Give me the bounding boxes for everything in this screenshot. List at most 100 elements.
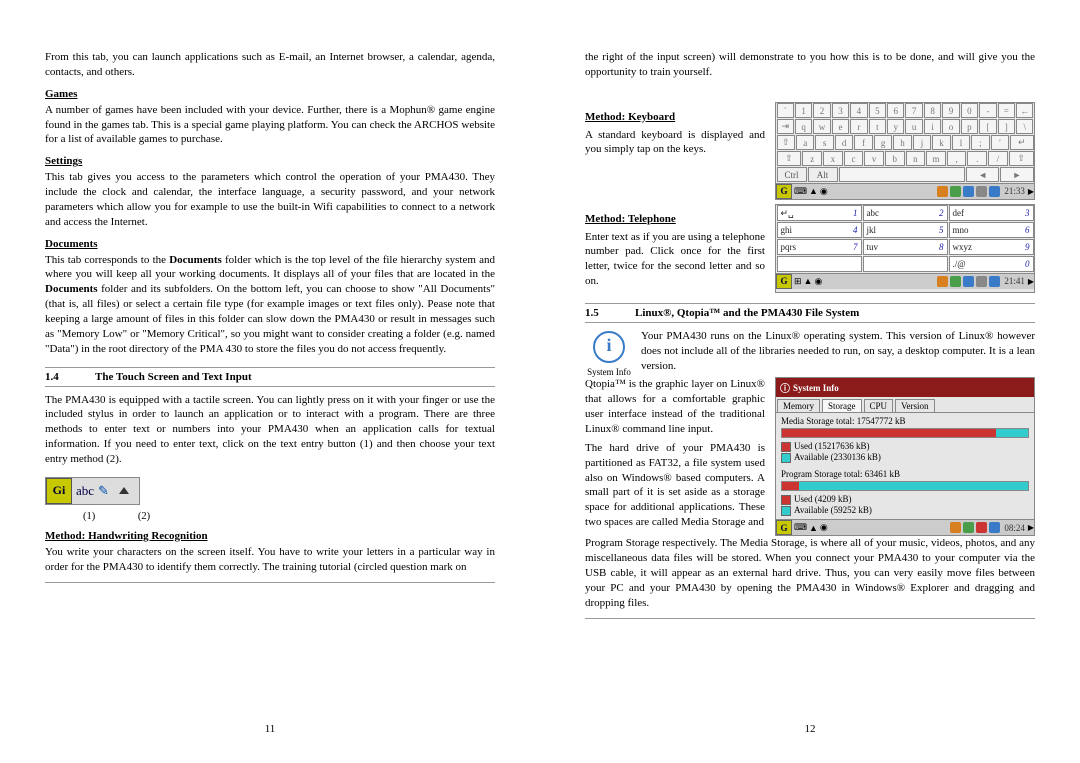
key[interactable]: 4 xyxy=(850,103,867,118)
key[interactable]: l xyxy=(952,135,970,150)
battery-icon[interactable] xyxy=(989,522,1000,533)
key[interactable]: a xyxy=(796,135,814,150)
tray-icon[interactable] xyxy=(976,276,987,287)
shift-key[interactable]: ⇧ xyxy=(777,151,802,166)
tray-icon[interactable] xyxy=(963,276,974,287)
alt-key[interactable]: Alt xyxy=(808,167,838,182)
phone-key[interactable]: wxyz9 xyxy=(949,239,1034,255)
phone-key[interactable]: ./@0 xyxy=(949,256,1034,272)
phone-key[interactable]: ghi4 xyxy=(777,222,862,238)
key[interactable]: w xyxy=(813,119,830,134)
key[interactable]: ► xyxy=(1000,167,1033,182)
key[interactable]: = xyxy=(998,103,1015,118)
key[interactable]: g xyxy=(874,135,892,150)
key[interactable]: , xyxy=(947,151,967,166)
key[interactable]: 0 xyxy=(961,103,978,118)
key[interactable]: 6 xyxy=(887,103,904,118)
tray-icon[interactable] xyxy=(937,276,948,287)
tab-cpu[interactable]: CPU xyxy=(864,399,894,412)
launcher-icon[interactable]: G xyxy=(776,184,792,199)
tab-key[interactable]: ⇥ xyxy=(777,119,794,134)
key[interactable]: q xyxy=(795,119,812,134)
key[interactable]: 3 xyxy=(832,103,849,118)
key[interactable]: ] xyxy=(998,119,1015,134)
space-key[interactable] xyxy=(839,167,966,182)
launcher-icon[interactable]: G xyxy=(776,274,792,289)
page-number-right: 12 xyxy=(540,723,1080,735)
key[interactable]: 8 xyxy=(924,103,941,118)
shift-key[interactable]: ⇧ xyxy=(1009,151,1034,166)
prog-total-label: Program Storage total: 63461 kB xyxy=(781,469,1029,479)
tray-icon[interactable] xyxy=(937,186,948,197)
key[interactable]: h xyxy=(893,135,911,150)
key[interactable]: e xyxy=(832,119,849,134)
key[interactable]: c xyxy=(844,151,864,166)
tray-icon[interactable] xyxy=(963,522,974,533)
key[interactable]: n xyxy=(906,151,926,166)
backspace-key[interactable]: ← xyxy=(1016,103,1033,118)
phone-key[interactable] xyxy=(777,256,862,272)
launcher-icon[interactable]: Gi xyxy=(46,478,72,504)
tray-icon[interactable] xyxy=(950,522,961,533)
battery-icon[interactable] xyxy=(989,186,1000,197)
clock: 21:41 xyxy=(1001,276,1028,286)
key[interactable]: z xyxy=(802,151,822,166)
key[interactable]: x xyxy=(823,151,843,166)
key[interactable]: ; xyxy=(971,135,989,150)
phone-key[interactable]: jkl5 xyxy=(863,222,948,238)
key[interactable]: u xyxy=(905,119,922,134)
key[interactable]: 9 xyxy=(942,103,959,118)
key[interactable]: p xyxy=(961,119,978,134)
caps-key[interactable]: ⇧ xyxy=(777,135,795,150)
key[interactable]: ' xyxy=(991,135,1009,150)
ctrl-key[interactable]: Ctrl xyxy=(777,167,807,182)
tab-version[interactable]: Version xyxy=(895,399,935,412)
phone-key[interactable]: def3 xyxy=(949,205,1034,221)
key[interactable]: 1 xyxy=(795,103,812,118)
key[interactable]: 5 xyxy=(869,103,886,118)
key[interactable]: - xyxy=(979,103,996,118)
key[interactable]: / xyxy=(988,151,1008,166)
phone-key[interactable]: tuv8 xyxy=(863,239,948,255)
phone-key[interactable]: mno6 xyxy=(949,222,1034,238)
phone-key[interactable] xyxy=(863,256,948,272)
onscreen-keyboard[interactable]: `1234567890-=← ⇥qwertyuiop[]\ ⇧asdfghjkl… xyxy=(775,102,1035,200)
key[interactable]: \ xyxy=(1016,119,1033,134)
handwriting-icon[interactable]: abc xyxy=(72,483,98,499)
tray-icon[interactable] xyxy=(950,186,961,197)
phone-key[interactable]: pqrs7 xyxy=(777,239,862,255)
key[interactable]: ◄ xyxy=(966,167,999,182)
key[interactable]: f xyxy=(854,135,872,150)
tab-memory[interactable]: Memory xyxy=(777,399,820,412)
launcher-icon[interactable]: G xyxy=(776,520,792,535)
key[interactable]: r xyxy=(850,119,867,134)
tray-icon[interactable] xyxy=(950,276,961,287)
phone-key[interactable]: abc2 xyxy=(863,205,948,221)
enter-key[interactable]: ↵ xyxy=(1010,135,1033,150)
key[interactable]: 2 xyxy=(813,103,830,118)
key[interactable]: . xyxy=(967,151,987,166)
key[interactable]: s xyxy=(815,135,833,150)
key[interactable]: ` xyxy=(777,103,794,118)
tray-icon[interactable] xyxy=(976,522,987,533)
key[interactable]: m xyxy=(926,151,946,166)
key[interactable]: b xyxy=(885,151,905,166)
page-right: the right of the input screen) will demo… xyxy=(540,0,1080,763)
tray-icon[interactable] xyxy=(976,186,987,197)
battery-icon[interactable] xyxy=(989,276,1000,287)
key[interactable]: 7 xyxy=(905,103,922,118)
phone-key[interactable]: ↵␣1 xyxy=(777,205,862,221)
key[interactable]: j xyxy=(913,135,931,150)
key[interactable]: i xyxy=(924,119,941,134)
key[interactable]: t xyxy=(869,119,886,134)
phone-keypad[interactable]: ↵␣1abc2def3 ghi4jkl5mno6 pqrs7tuv8wxyz9 … xyxy=(775,204,1035,293)
key[interactable]: d xyxy=(835,135,853,150)
key[interactable]: v xyxy=(864,151,884,166)
key[interactable]: o xyxy=(942,119,959,134)
key[interactable]: k xyxy=(932,135,950,150)
key[interactable]: y xyxy=(887,119,904,134)
tab-storage[interactable]: Storage xyxy=(822,399,862,412)
method-menu-icon[interactable] xyxy=(119,487,129,494)
key[interactable]: [ xyxy=(979,119,996,134)
tray-icon[interactable] xyxy=(963,186,974,197)
